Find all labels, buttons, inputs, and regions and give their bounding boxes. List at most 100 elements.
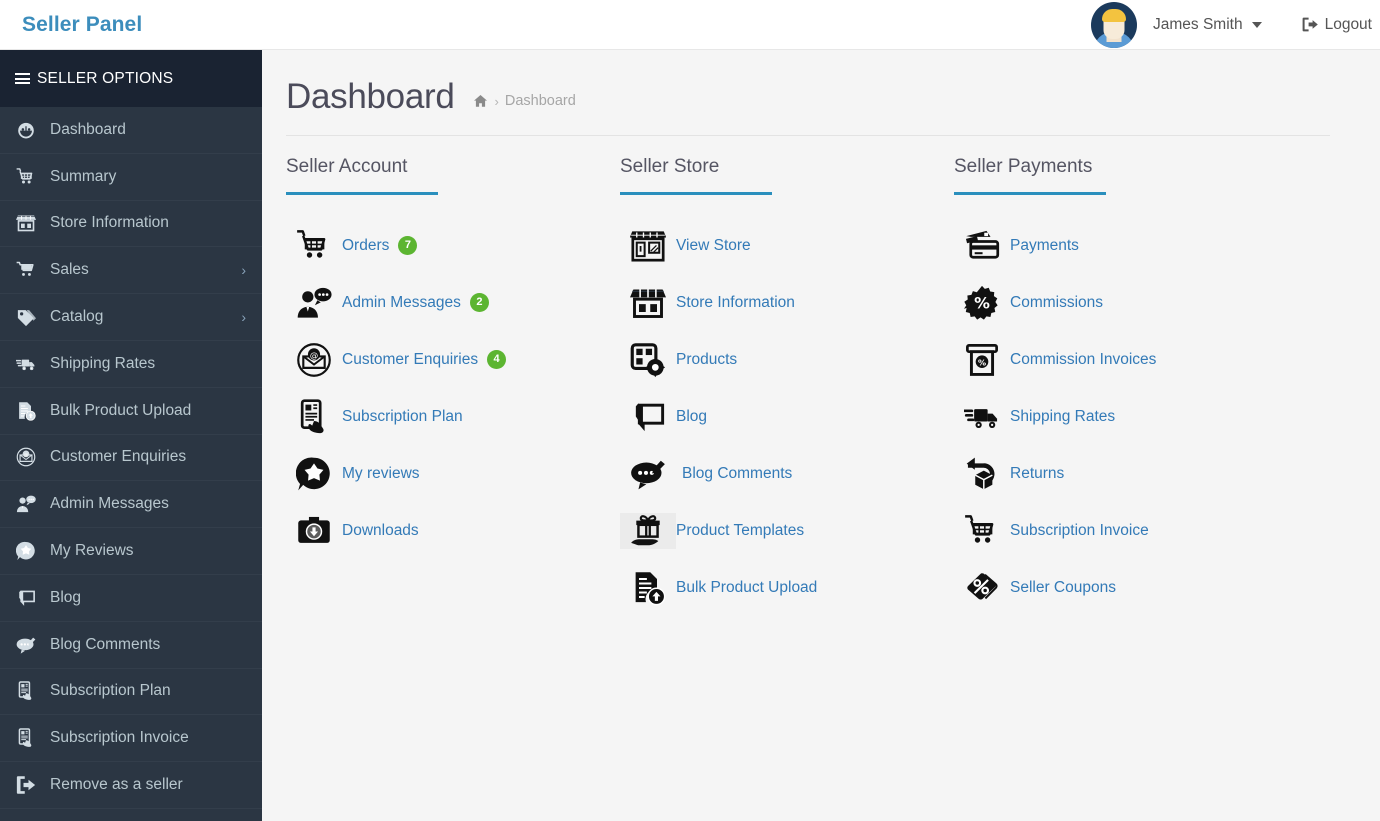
sidebar-item-blog[interactable]: Blog xyxy=(0,575,262,622)
dashboard-link-label[interactable]: Commissions xyxy=(1010,294,1103,312)
dashboard-link-label[interactable]: Downloads xyxy=(342,522,419,540)
avatar[interactable] xyxy=(1090,1,1137,48)
dashboard-link-downloads[interactable]: Downloads xyxy=(286,502,620,559)
dashboard-link-commission-invoices[interactable]: % Commission Invoices xyxy=(954,331,1288,388)
coupon-percent-icon[interactable] xyxy=(954,570,1010,606)
dashboard-link-orders[interactable]: Orders 7 xyxy=(286,217,620,274)
sidebar-item-bulk-product-upload[interactable]: Bulk Product Upload xyxy=(0,388,262,435)
delivery-truck-icon xyxy=(16,354,42,374)
document-hand-icon[interactable] xyxy=(286,398,342,435)
comment-pencil-icon[interactable] xyxy=(620,456,676,492)
dashboard-link-label[interactable]: Commission Invoices xyxy=(1010,351,1156,369)
dashboard-link-label[interactable]: Customer Enquiries xyxy=(342,351,478,369)
star-chat-icon[interactable] xyxy=(286,456,342,492)
sidebar-item-label: Store Information xyxy=(50,214,169,232)
cart-solid-icon xyxy=(16,260,42,280)
storefront-window-icon[interactable] xyxy=(620,228,676,264)
sidebar-item-label: Summary xyxy=(50,167,117,185)
dashboard-link-label[interactable]: Subscription Plan xyxy=(342,408,463,426)
dashboard-link-blog-comments[interactable]: Blog Comments xyxy=(620,445,954,502)
sidebar-item-catalog[interactable]: Catalog › xyxy=(0,294,262,341)
dashboard-link-subscription-plan[interactable]: Subscription Plan xyxy=(286,388,620,445)
chevron-right-icon: › xyxy=(241,309,246,326)
shopping-cart-icon[interactable] xyxy=(286,228,342,264)
dashboard-link-blog[interactable]: Blog xyxy=(620,388,954,445)
brand-title[interactable]: Seller Panel xyxy=(0,13,262,37)
dashboard-link-label[interactable]: Seller Coupons xyxy=(1010,579,1116,597)
page-header: Dashboard › Dashboard xyxy=(262,50,1380,117)
download-box-icon[interactable] xyxy=(286,513,342,549)
dashboard-link-label[interactable]: Blog xyxy=(676,408,707,426)
sidebar-item-admin-messages[interactable]: Admin Messages xyxy=(0,481,262,529)
sidebar-item-sales[interactable]: Sales › xyxy=(0,247,262,295)
dashboard-link-payments[interactable]: Payments xyxy=(954,217,1288,274)
breadcrumb: › Dashboard xyxy=(473,93,576,109)
dashboard-link-commissions[interactable]: % Commissions xyxy=(954,274,1288,331)
sign-out-icon xyxy=(16,775,42,795)
blog-pencil-icon[interactable] xyxy=(620,399,676,435)
sidebar-item-label: Sales xyxy=(50,261,89,279)
main-content: Dashboard › Dashboard Seller Account Orde… xyxy=(262,50,1380,821)
logout-button[interactable]: Logout xyxy=(1302,16,1372,34)
dashboard-link-returns[interactable]: Returns xyxy=(954,445,1288,502)
sidebar-item-subscription-invoice[interactable]: Subscription Invoice xyxy=(0,715,262,763)
sidebar-item-label: Shipping Rates xyxy=(50,354,156,372)
dashboard-link-my-reviews[interactable]: My reviews xyxy=(286,445,620,502)
dashboard-link-view-store[interactable]: View Store xyxy=(620,217,954,274)
dashboard-link-label[interactable]: Admin Messages xyxy=(342,294,461,312)
dashboard-link-store-information[interactable]: Store Information xyxy=(620,274,954,331)
dashboard-link-subscription-invoice[interactable]: Subscription Invoice xyxy=(954,502,1288,559)
dashboard-link-label[interactable]: Orders xyxy=(342,237,389,255)
dashboard-link-product-templates[interactable]: Product Templates xyxy=(620,502,954,559)
envelope-circle-icon[interactable]: @ xyxy=(286,342,342,378)
dashboard-link-bulk-product-upload[interactable]: Bulk Product Upload xyxy=(620,559,954,616)
sidebar-item-shipping-rates[interactable]: Shipping Rates xyxy=(0,341,262,388)
dashboard-link-seller-coupons[interactable]: Seller Coupons xyxy=(954,559,1288,616)
dashboard-link-shipping-rates[interactable]: Shipping Rates xyxy=(954,388,1288,445)
shopping-cart-icon[interactable] xyxy=(954,513,1010,549)
sidebar-item-label: My Reviews xyxy=(50,542,134,560)
dashboard-link-label[interactable]: Store Information xyxy=(676,294,795,312)
sidebar-item-my-reviews[interactable]: My Reviews xyxy=(0,528,262,575)
sidebar-item-blog-comments[interactable]: Blog Comments xyxy=(0,622,262,669)
dashboard-link-label[interactable]: Shipping Rates xyxy=(1010,408,1115,426)
sidebar-item-summary[interactable]: Summary xyxy=(0,154,262,201)
topbar-right-group: James Smith Logout xyxy=(1090,0,1380,49)
return-box-icon[interactable] xyxy=(954,456,1010,492)
store-front-icon[interactable] xyxy=(620,285,676,321)
invoice-percent-icon[interactable]: % xyxy=(954,342,1010,378)
percent-badge-icon[interactable]: % xyxy=(954,285,1010,321)
delivery-truck-icon[interactable] xyxy=(954,399,1010,435)
dashboard-link-label[interactable]: Payments xyxy=(1010,237,1079,255)
sidebar-nav-list: Dashboard Summary Store Information Sales › C… xyxy=(0,107,262,809)
dashboard-link-label[interactable]: Subscription Invoice xyxy=(1010,522,1149,540)
dashboard-link-label[interactable]: Bulk Product Upload xyxy=(676,579,817,597)
sidebar-item-customer-enquiries[interactable]: @ Customer Enquiries xyxy=(0,435,262,482)
envelope-circle-icon: @ xyxy=(16,447,42,467)
dashboard-link-label[interactable]: My reviews xyxy=(342,465,420,483)
user-name[interactable]: James Smith xyxy=(1153,16,1243,34)
dashboard-link-customer-enquiries[interactable]: @ Customer Enquiries 4 xyxy=(286,331,620,388)
dashboard-link-label[interactable]: Returns xyxy=(1010,465,1064,483)
dashboard-link-products[interactable]: Products xyxy=(620,331,954,388)
home-icon[interactable] xyxy=(473,94,488,108)
dashboard-link-label[interactable]: Product Templates xyxy=(676,522,804,540)
user-chat-icon[interactable] xyxy=(286,285,342,321)
dashboard-gauge-icon xyxy=(16,120,42,140)
products-gear-icon[interactable] xyxy=(620,342,676,378)
dashboard-link-label[interactable]: Products xyxy=(676,351,737,369)
chevron-down-icon[interactable] xyxy=(1251,21,1262,28)
sidebar-item-subscription-plan[interactable]: Subscription Plan xyxy=(0,669,262,716)
dashboard-link-label[interactable]: View Store xyxy=(676,237,751,255)
dashboard-link-label[interactable]: Blog Comments xyxy=(682,465,792,483)
sidebar-item-remove-as-a-seller[interactable]: Remove as a seller xyxy=(0,762,262,809)
file-upload-icon[interactable] xyxy=(620,570,676,606)
sidebar-toggle[interactable]: SELLER OPTIONS xyxy=(0,50,262,107)
gift-hand-icon[interactable] xyxy=(620,512,676,549)
dashboard-link-admin-messages[interactable]: Admin Messages 2 xyxy=(286,274,620,331)
sidebar-item-dashboard[interactable]: Dashboard xyxy=(0,107,262,154)
sidebar-item-store-information[interactable]: Store Information xyxy=(0,201,262,248)
column-underline xyxy=(954,192,1106,195)
credit-cards-icon[interactable] xyxy=(954,228,1010,264)
column-title: Seller Store xyxy=(620,156,720,177)
